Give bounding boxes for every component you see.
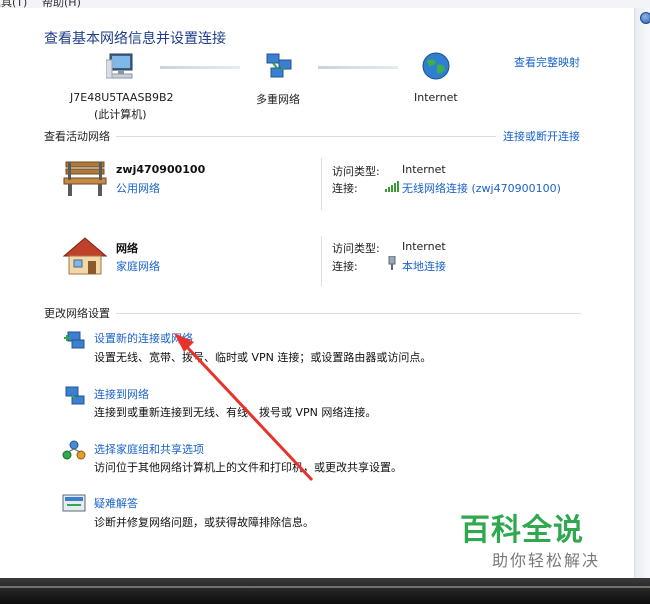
- taskbar-divider: [0, 586, 650, 588]
- watermark: 百科全说 助你轻松解决: [460, 505, 610, 575]
- taskbar-strip: [0, 578, 650, 604]
- watermark-brand: 百科全说: [460, 513, 584, 548]
- watermark-slogan: 助你轻松解决: [492, 551, 601, 570]
